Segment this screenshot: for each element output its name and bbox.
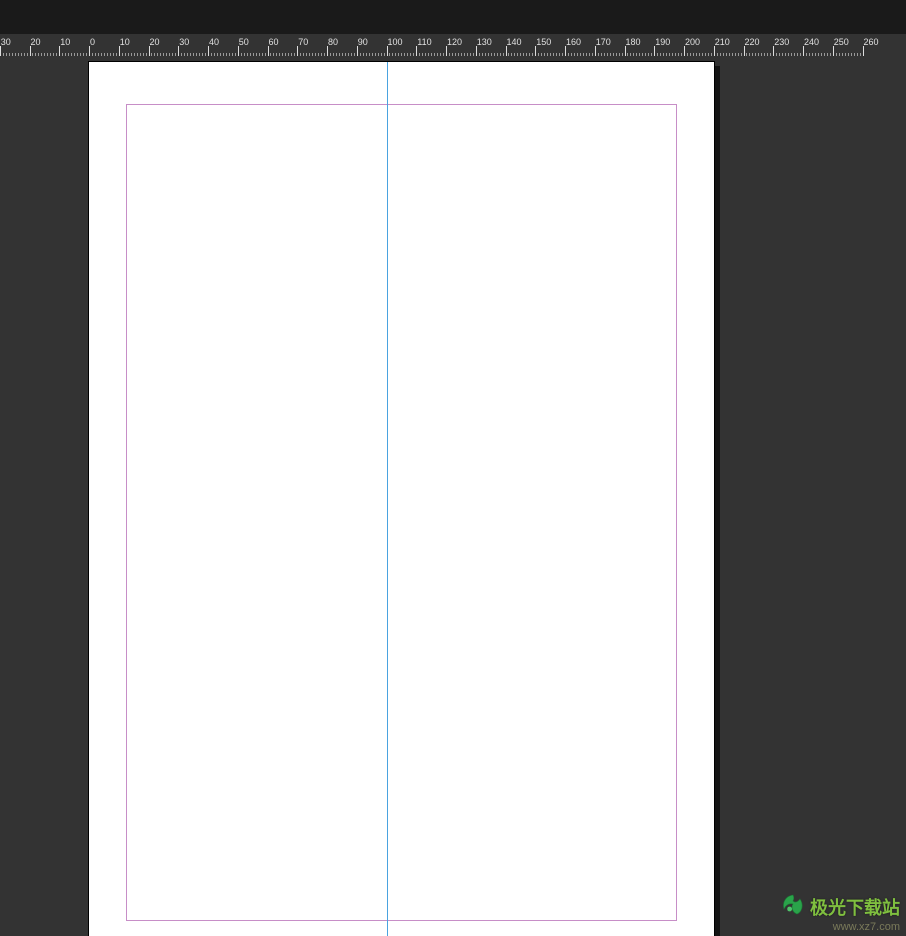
canvas-area[interactable] (0, 56, 906, 936)
ruler-tick-label: 30 (1, 37, 11, 47)
ruler-tick-label: 120 (447, 37, 462, 47)
ruler-tick-label: 210 (715, 37, 730, 47)
ruler-tick-label: 0 (90, 37, 95, 47)
app-root: 3020100102030405060708090100110120130140… (0, 0, 906, 936)
ruler-tick-label: 20 (31, 37, 41, 47)
ruler-tick-label: 240 (804, 37, 819, 47)
ruler-tick-label: 10 (120, 37, 130, 47)
ruler-tick-label: 20 (150, 37, 160, 47)
ruler-tick-label: 90 (358, 37, 368, 47)
ruler-tick-label: 140 (507, 37, 522, 47)
ruler-tick-label: 190 (655, 37, 670, 47)
ruler-tick-label: 40 (209, 37, 219, 47)
ruler-tick-label: 70 (298, 37, 308, 47)
horizontal-ruler[interactable]: 3020100102030405060708090100110120130140… (0, 34, 906, 56)
ruler-tick-label: 180 (626, 37, 641, 47)
ruler-tick-label: 170 (596, 37, 611, 47)
margin-frame (126, 104, 677, 921)
ruler-tick-label: 220 (745, 37, 760, 47)
ruler-tick-label: 80 (328, 37, 338, 47)
ruler-tick-label: 110 (417, 37, 431, 47)
ruler-tick-label: 50 (239, 37, 249, 47)
ruler-tick-label: 10 (60, 37, 70, 47)
ruler-tick-label: 60 (269, 37, 279, 47)
ruler-tick-label: 250 (834, 37, 849, 47)
ruler-tick-label: 230 (774, 37, 789, 47)
vertical-guide[interactable] (387, 62, 388, 936)
ruler-tick-label: 260 (864, 37, 879, 47)
ruler-tick-label: 150 (536, 37, 551, 47)
ruler-tick-label: 130 (477, 37, 492, 47)
top-toolbar-area (0, 0, 906, 34)
document-page[interactable] (89, 62, 714, 936)
ruler-tick-label: 100 (388, 37, 403, 47)
ruler-tick-label: 160 (566, 37, 581, 47)
ruler-tick-label: 200 (685, 37, 700, 47)
ruler-tick-label: 30 (179, 37, 189, 47)
